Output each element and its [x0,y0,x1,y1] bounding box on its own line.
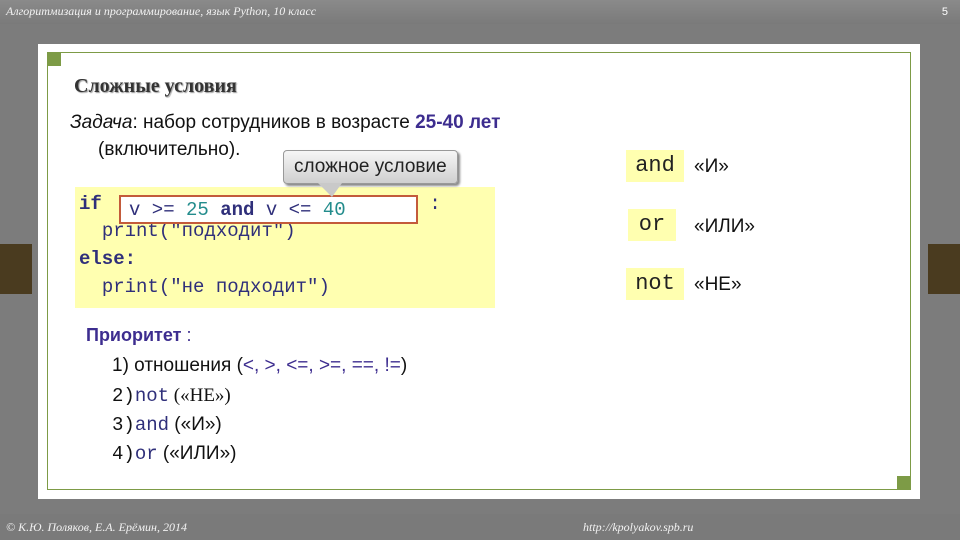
priority-item-3: 3)and («И») [112,414,222,436]
code-line-else: else: [79,248,136,270]
code-print2-close: ) [318,276,330,298]
cond-num2: 40 [322,199,346,221]
code-print2-fn: print( [101,276,171,298]
footer-site-link[interactable]: http://kpolyakov.spb.ru [583,520,693,535]
task-label: Задача [70,112,133,133]
operator-and-meaning: «И» [694,156,729,177]
cond-op1: >= [140,199,187,221]
task-age: 25-40 лет [415,112,501,133]
priority-heading: Приоритет : [86,325,191,346]
priority-item-3-num: 3) [112,414,135,436]
slide-title: Сложные условия [74,75,237,97]
condition-expression: v >= 25 and v <= 40 [129,199,346,221]
priority-item-1-suffix: ) [400,355,408,376]
priority-item-1-prefix: 1) отношения ( [112,355,243,376]
slide-number: 5 [941,6,948,18]
operator-or-keyword: or [628,209,676,241]
priority-item-3-desc: («И») [169,414,222,435]
task-line-2: (включительно). [98,139,241,160]
cond-var2: v [265,199,278,221]
operator-or-meaning: «ИЛИ» [694,216,755,237]
priority-item-2-num: 2) [112,385,135,407]
left-side-tab [0,244,32,294]
cond-num1: 25 [186,199,209,221]
callout-pointer [318,183,342,197]
code-else-keyword: else: [79,248,137,270]
operator-not-keyword: not [626,268,684,300]
code-line-print2: print("не подходит") [79,276,330,298]
cond-and-keyword: and [208,199,266,221]
priority-item-2-keyword: not [134,385,170,407]
code-colon: : [418,193,441,215]
operator-and-keyword: and [626,150,684,182]
cond-var1: v [129,199,141,221]
priority-item-4: 4)or («ИЛИ») [112,443,236,465]
code-print2-string: "не подходит" [170,276,319,298]
priority-item-1-ops: <, >, <=, >=, ==, != [242,355,401,376]
header-bar: Алгоритмизация и программирование, язык … [0,0,960,24]
priority-item-4-desc: («ИЛИ») [157,443,237,464]
priority-item-1: 1) отношения (<, >, <=, >=, ==, !=) [112,355,407,377]
footer-copyright: © К.Ю. Поляков, Е.А. Ерёмин, 2014 [6,520,187,534]
priority-item-3-keyword: and [134,414,170,436]
priority-item-2: 2)not («НЕ») [112,385,231,407]
task-text: : набор сотрудников в возрасте [132,112,416,133]
priority-item-4-num: 4) [112,443,135,465]
priority-label: Приоритет [86,325,182,345]
priority-item-4-keyword: or [134,443,158,465]
operator-not-meaning: «НЕ» [694,274,742,295]
task-line-1: Задача: набор сотрудников в возрасте 25-… [70,112,500,134]
complex-condition-callout: сложное условие [283,150,458,184]
priority-item-2-desc: («НЕ») [169,385,231,406]
priority-colon: : [181,325,192,345]
code-if-keyword: if [79,193,102,215]
course-title: Алгоритмизация и программирование, язык … [6,4,317,18]
cond-op2: <= [277,199,323,221]
code-line-if: if [79,193,102,215]
right-side-tab [928,244,960,294]
footer-bar: © К.Ю. Поляков, Е.А. Ерёмин, 2014 http:/… [0,514,960,540]
complex-condition-box: v >= 25 and v <= 40 [119,195,418,224]
